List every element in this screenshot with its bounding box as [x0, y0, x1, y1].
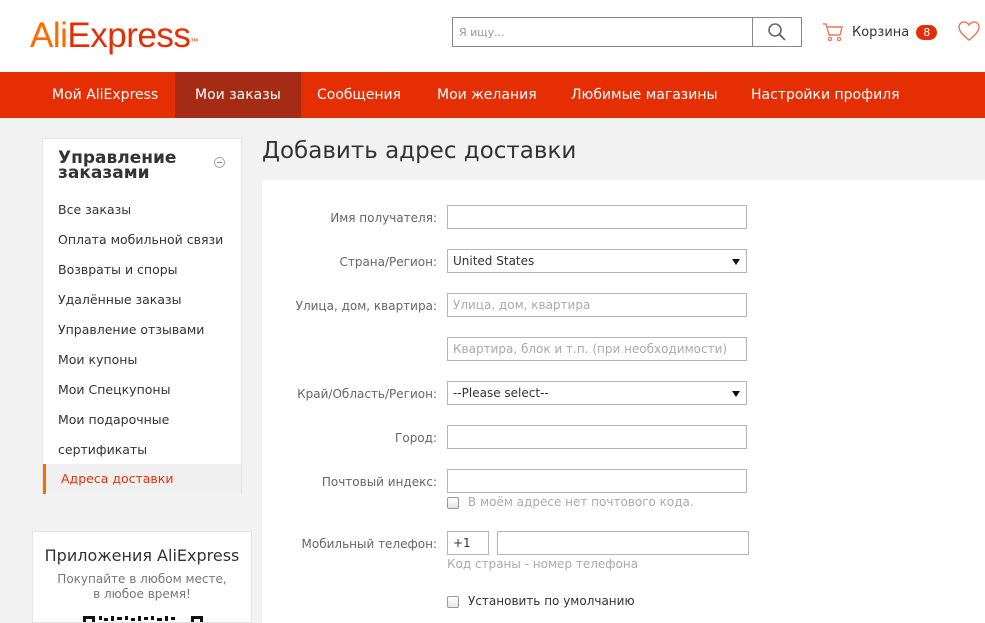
search-bar: [452, 17, 802, 47]
nav-favorite-stores[interactable]: Любимые магазины: [551, 72, 738, 118]
sidebar-item-returns-disputes[interactable]: Возвраты и споры: [58, 261, 178, 279]
orders-sidebar: Управление заказами Все заказы Оплата мо…: [42, 138, 242, 494]
sidebar-item-gift-cards[interactable]: Мои подарочные: [58, 411, 169, 429]
nav-messages[interactable]: Сообщения: [297, 72, 421, 118]
sidebar-item-gift-cards-cont[interactable]: сертификаты: [58, 441, 147, 459]
heart-icon: [958, 21, 980, 41]
street-input[interactable]: [447, 293, 747, 317]
search-button[interactable]: [752, 17, 802, 47]
phone-label: Мобильный телефон:: [301, 537, 438, 551]
logo-tm: ™: [190, 37, 198, 46]
sidebar-title: Управление заказами: [58, 148, 177, 183]
zip-label: Почтовый индекс:: [321, 475, 437, 489]
main-nav: Мой AliExpress Мои заказы Сообщения Мои …: [0, 72, 985, 118]
no-zip-checkbox[interactable]: [447, 497, 459, 509]
sidebar-item-mobile-payment[interactable]: Оплата мобильной связи: [58, 231, 223, 249]
logo-ali: Ali: [30, 16, 68, 55]
region-label: Край/Область/Регион:: [297, 387, 437, 401]
nav-profile-settings[interactable]: Настройки профиля: [731, 72, 920, 118]
logo-express: Express: [67, 16, 191, 55]
default-address-checkbox[interactable]: [447, 596, 459, 608]
phone-country-code-input[interactable]: [447, 531, 489, 555]
city-input[interactable]: [447, 425, 747, 449]
search-icon: [768, 23, 786, 41]
country-select[interactable]: United States: [447, 249, 747, 273]
sidebar-item-special-coupons[interactable]: Мои Спецкупоны: [58, 381, 170, 399]
street2-input[interactable]: [447, 337, 747, 361]
sidebar-item-deleted-orders[interactable]: Удалённые заказы: [58, 291, 182, 309]
qr-code-icon[interactable]: [83, 616, 203, 623]
address-form: Имя получателя: Страна/Регион: United St…: [262, 180, 985, 623]
collapse-icon[interactable]: [214, 157, 225, 168]
sidebar-item-feedback[interactable]: Управление отзывами: [58, 321, 204, 339]
nav-wishlist[interactable]: Мои желания: [417, 72, 557, 118]
wishlist-link[interactable]: [957, 20, 981, 46]
nav-my-orders[interactable]: Мои заказы: [175, 72, 301, 118]
cart-label: Корзина: [852, 24, 910, 40]
dropdown-arrow-icon: [732, 259, 740, 265]
page-title: Добавить адрес доставки: [262, 138, 577, 164]
cart-count-badge: 8: [916, 24, 938, 40]
apps-promo: Приложения AliExpress Покупайте в любом …: [32, 531, 252, 623]
apps-title: Приложения AliExpress: [44, 546, 240, 565]
country-label: Страна/Регион:: [339, 255, 437, 269]
header: AliExpress™ Корзина 8: [0, 0, 985, 72]
zip-input[interactable]: [447, 469, 747, 493]
country-selected-value: United States: [453, 254, 535, 268]
region-select[interactable]: --Please select--: [447, 381, 747, 405]
aliexpress-logo[interactable]: AliExpress™: [30, 14, 198, 58]
phone-hint: Код страны - номер телефона: [447, 557, 639, 571]
sidebar-item-label: Адреса доставки: [61, 471, 174, 486]
cart-icon: [823, 23, 843, 42]
sidebar-item-coupons[interactable]: Мои купоны: [58, 351, 137, 369]
recipient-name-input[interactable]: [447, 205, 747, 229]
search-input[interactable]: [452, 17, 752, 47]
sidebar-item-shipping-addresses[interactable]: Адреса доставки: [43, 464, 241, 494]
sidebar-item-all-orders[interactable]: Все заказы: [58, 201, 131, 219]
cart-link[interactable]: Корзина 8: [822, 20, 938, 44]
dropdown-arrow-icon: [732, 391, 740, 397]
nav-my-aliexpress[interactable]: Мой AliExpress: [32, 72, 178, 118]
phone-number-input[interactable]: [497, 531, 749, 555]
default-address-label: Установить по умолчанию: [468, 594, 635, 608]
no-zip-label: В моём адресе нет почтового кода.: [468, 495, 694, 509]
recipient-label: Имя получателя:: [330, 211, 437, 225]
city-label: Город:: [395, 431, 437, 445]
street-label: Улица, дом, квартира:: [295, 299, 437, 313]
apps-subtitle: Покупайте в любом месте, в любое время!: [57, 572, 227, 601]
region-selected-value: --Please select--: [453, 386, 549, 400]
